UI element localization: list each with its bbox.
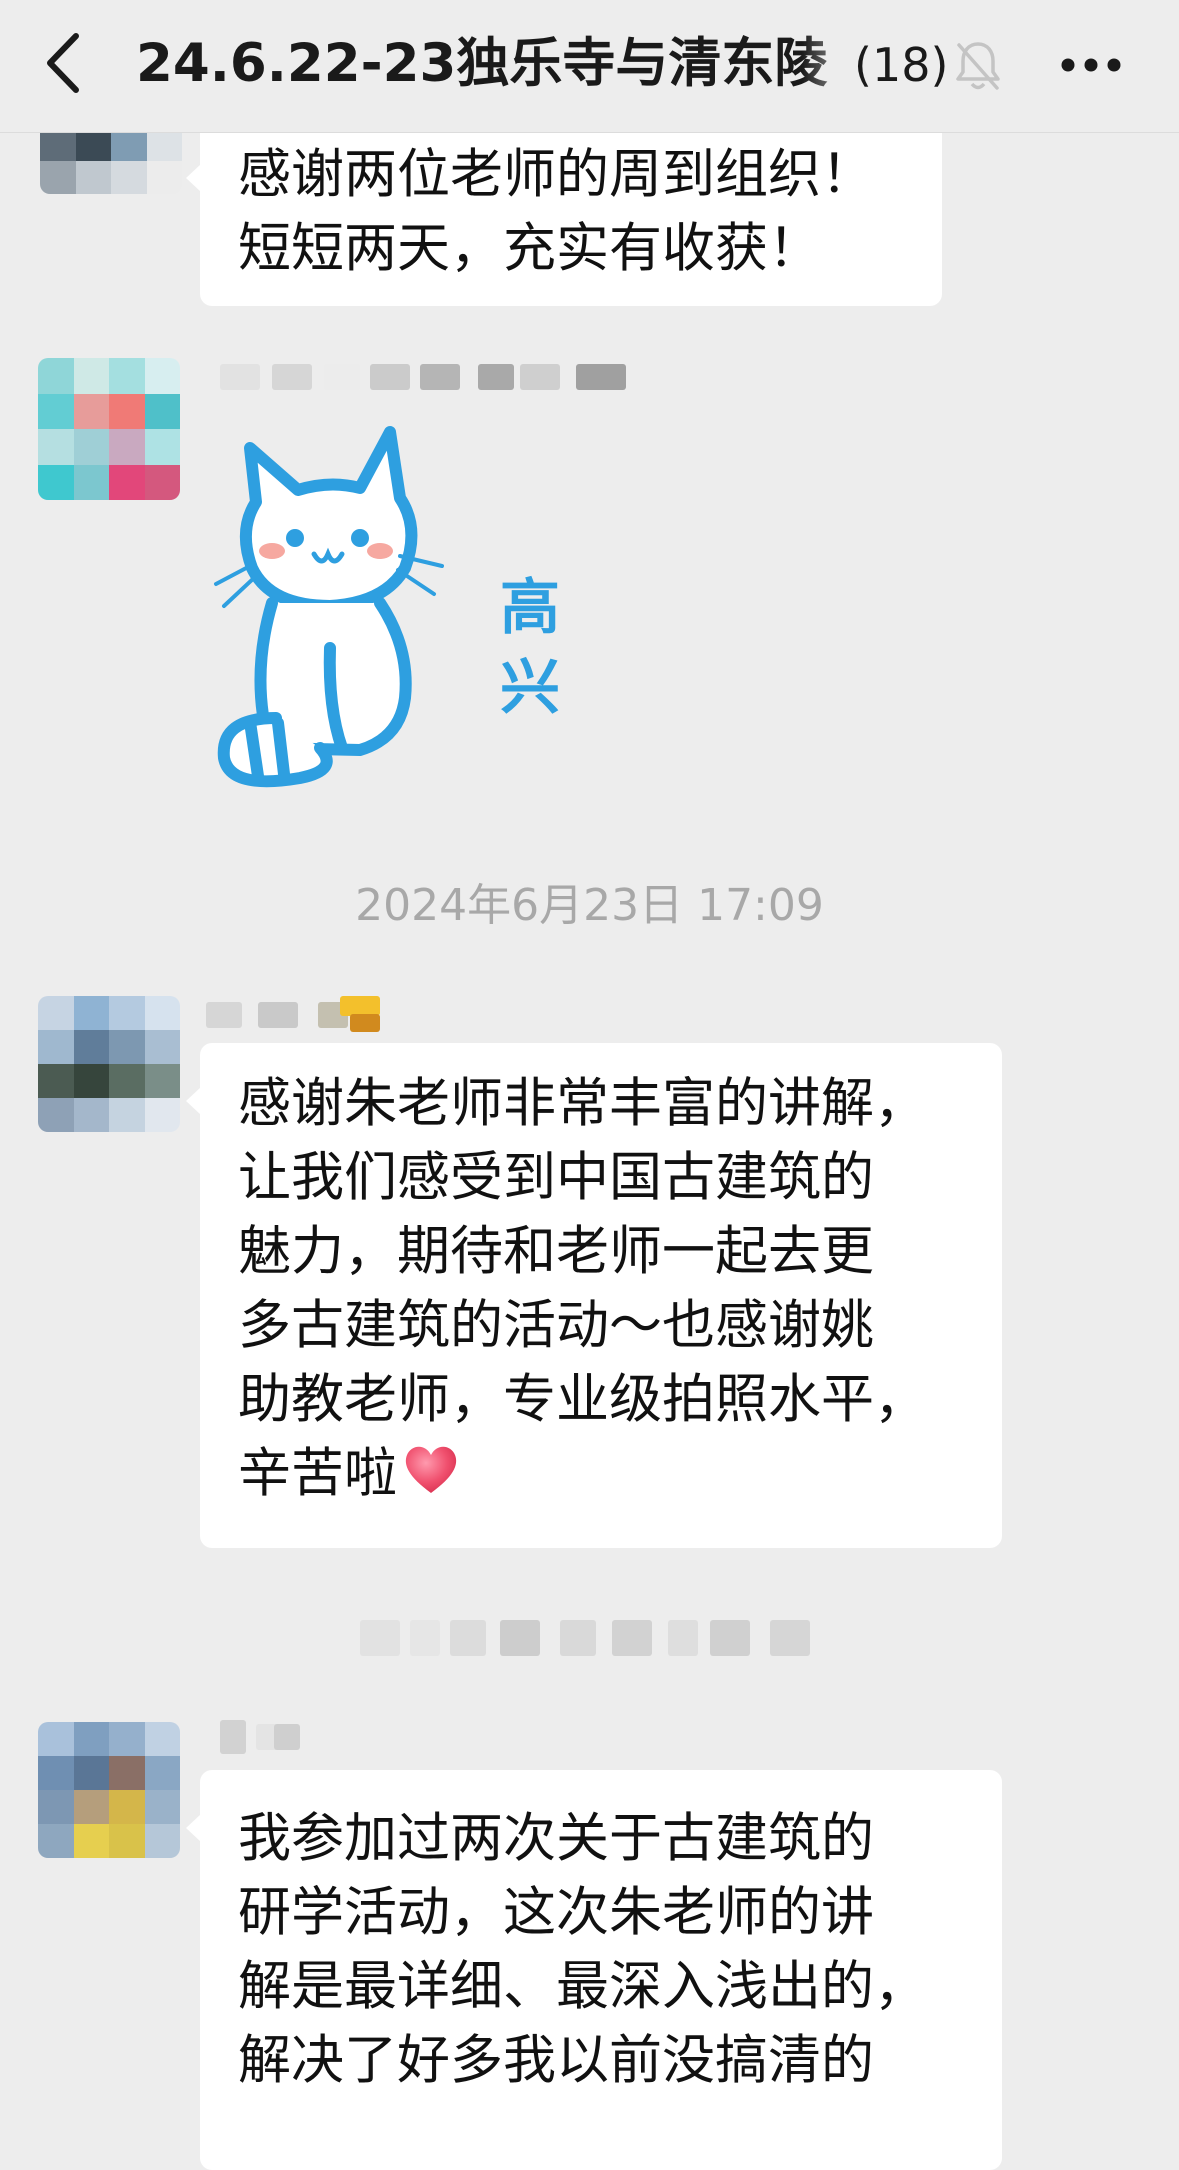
message-text: 让我们感受到中国古建筑的 (238, 1147, 874, 1208)
member-count: (18) (852, 32, 949, 98)
message-text: 感谢朱老师非常丰富的讲解， (238, 1073, 927, 1134)
chat-header: 24.6.22-23独乐寺与清东陵 (18) (0, 0, 1179, 133)
timestamp: 2024年6月23日 17:09 (355, 880, 824, 931)
message-bubble[interactable]: 我参加过两次关于古建筑的 研学活动，这次朱老师的讲 解是最详细、最深入浅出的， … (186, 1770, 1002, 2170)
message-text: 魅力，期待和老师一起去更 (238, 1221, 874, 1282)
avatar[interactable] (38, 996, 180, 1132)
message-text: 辛苦啦 (238, 1443, 397, 1504)
message-text: 我参加过两次关于古建筑的 (238, 1808, 874, 1869)
sender-name[interactable] (220, 354, 640, 400)
back-button[interactable] (38, 28, 98, 98)
system-notice (350, 1612, 850, 1662)
chat-title: 24.6.22-23独乐寺与清东陵 (136, 33, 828, 94)
sender-name[interactable] (200, 992, 420, 1038)
message-text: 解决了好多我以前没搞清的 (238, 2030, 874, 2091)
message-text-last-line: 辛苦啦 (238, 1437, 964, 1511)
more-dots-icon (1061, 58, 1121, 72)
bell-muted-icon (952, 38, 1004, 94)
message-text: 研学活动，这次朱老师的讲 (238, 1882, 874, 1943)
message-text: 感谢两位老师的周到组织！ (238, 144, 874, 205)
sender-name[interactable] (216, 1714, 316, 1760)
message-text: 短短两天，充实有收获！ (238, 218, 821, 279)
message-text: 多古建筑的活动～也感谢姚 (238, 1295, 874, 1356)
cat-sticker[interactable]: 高兴 (210, 418, 600, 798)
avatar[interactable] (38, 1722, 180, 1858)
message-bubble[interactable]: 感谢两位老师的周到组织！ 短短两天，充实有收获！ (186, 120, 942, 306)
more-button[interactable] (1056, 40, 1126, 90)
message-text: 助教老师，专业级拍照水平， (238, 1369, 927, 1430)
sticker-text: 高兴 (500, 573, 560, 723)
message-bubble[interactable]: 感谢朱老师非常丰富的讲解， 让我们感受到中国古建筑的 魅力，期待和老师一起去更 … (186, 1043, 1002, 1548)
chevron-left-icon (47, 33, 79, 93)
message-text: 解是最详细、最深入浅出的， (238, 1956, 927, 2017)
heart-emoji-icon (405, 1446, 457, 1493)
avatar[interactable] (38, 358, 180, 500)
